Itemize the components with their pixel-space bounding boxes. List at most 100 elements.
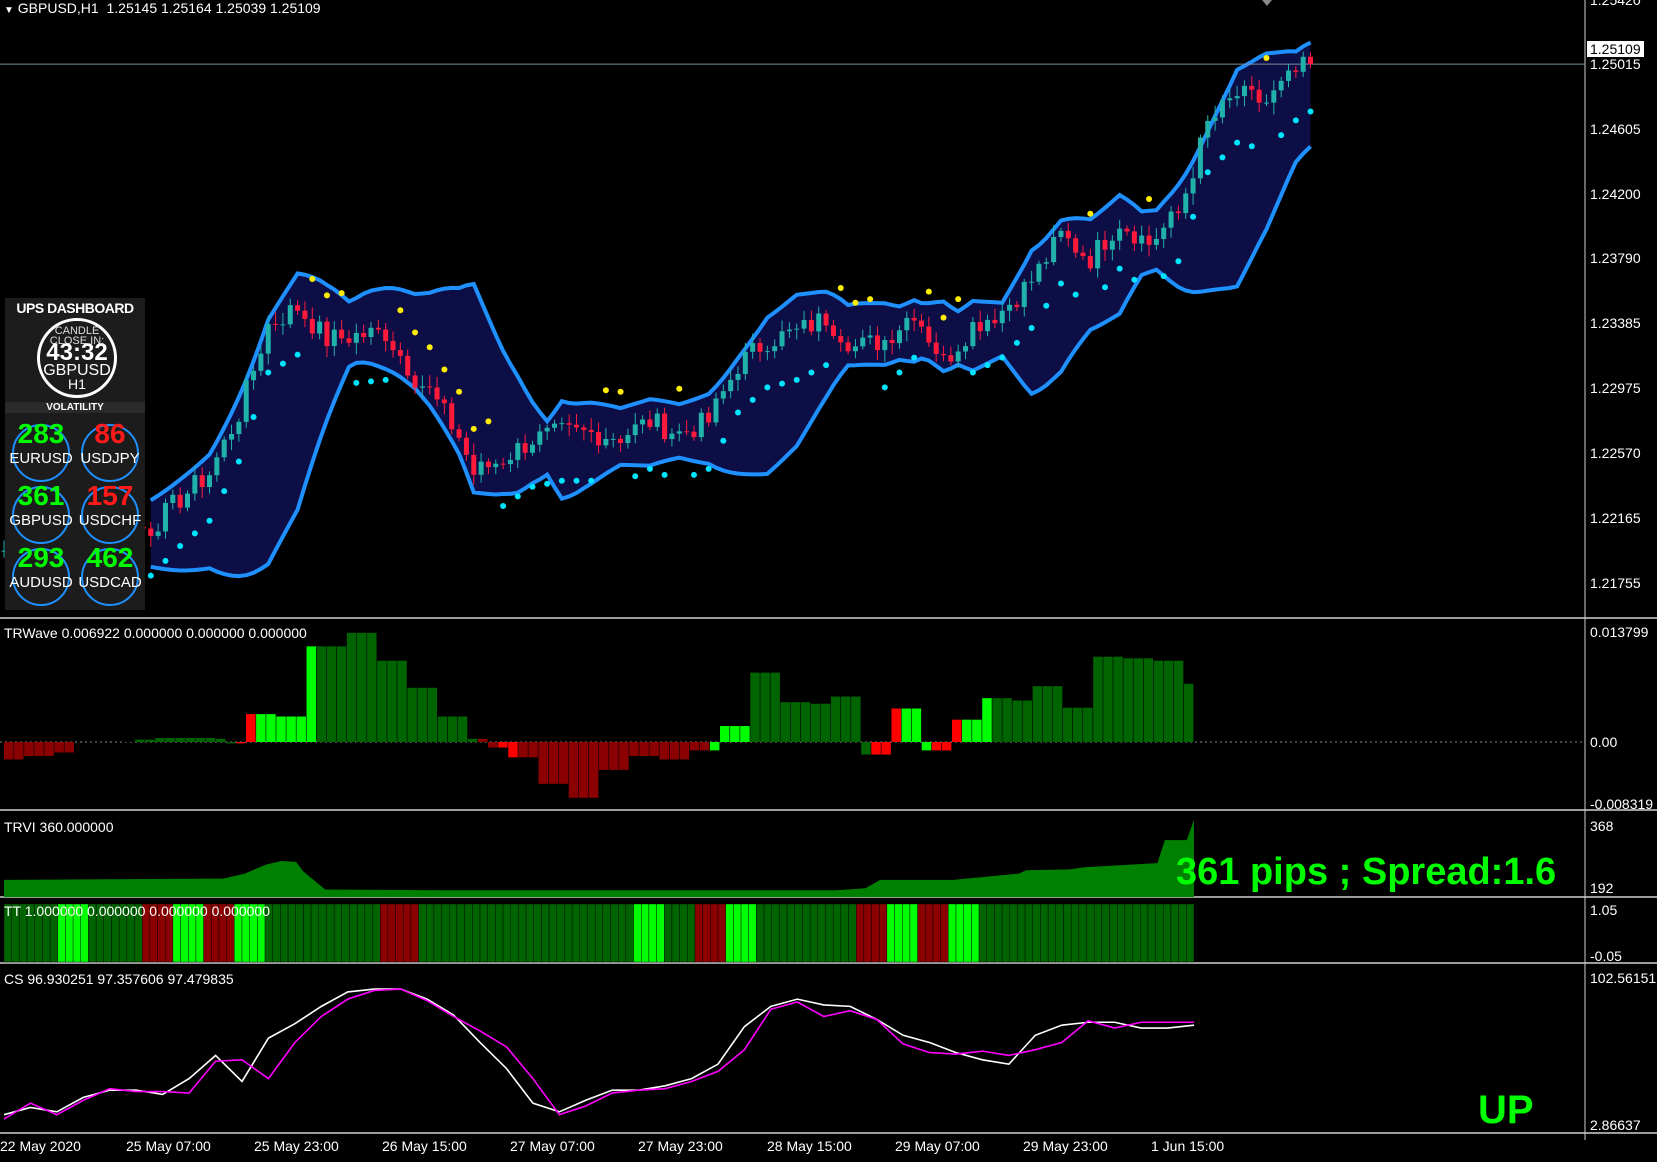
candle-body <box>786 329 792 332</box>
trwave-bar <box>367 632 377 742</box>
volatility-gbpusd[interactable]: 361 GBPUSD <box>9 480 73 544</box>
trwave-bar <box>477 738 488 742</box>
volatility-usdjpy[interactable]: 86 USDJPY <box>80 418 140 482</box>
time-tick: 29 May 07:00 <box>895 1138 980 1154</box>
sar-dot <box>235 458 242 465</box>
candle-body <box>896 330 902 344</box>
candle-body <box>1227 98 1233 101</box>
trading-chart[interactable] <box>0 0 1657 1162</box>
candle-body <box>830 325 836 337</box>
tt-bar <box>1040 903 1049 963</box>
sar-dot <box>338 290 345 297</box>
candle-body <box>691 431 697 438</box>
symbol-dropdown-icon[interactable]: ▼ <box>4 5 14 16</box>
volatility-usdchf[interactable]: 157 USDCHF <box>79 480 141 544</box>
candle-body <box>148 528 154 536</box>
trwave-bar <box>417 687 427 742</box>
trwave-bar <box>881 742 891 755</box>
tt-axis-max: 1.05 <box>1590 902 1618 918</box>
tt-bar <box>940 903 949 963</box>
trwave-bar <box>689 742 700 751</box>
candle-body <box>419 386 425 388</box>
tt-bar <box>978 903 987 963</box>
trwave-bar <box>740 726 750 742</box>
trwave-bar <box>54 742 64 753</box>
tt-bar <box>602 903 611 963</box>
tt-bar <box>902 903 911 963</box>
candle-body <box>485 461 491 468</box>
pair-name: GBPUSD <box>9 512 73 529</box>
sar-dot <box>470 425 477 432</box>
sar-dot <box>1160 273 1167 280</box>
candle-timer-dial: CANDLE CLOSE IN: 43:32 GBPUSD H1 <box>37 318 117 398</box>
tt-bar <box>763 903 772 963</box>
symbol-label: GBPUSD,H1 <box>17 0 99 16</box>
tt-bar <box>479 903 488 963</box>
sar-dot <box>676 385 683 392</box>
tt-bar <box>433 903 442 963</box>
sar-dot <box>412 329 419 336</box>
price-tick: 1.22570 <box>1590 445 1641 461</box>
sar-dot <box>1248 143 1255 150</box>
trwave-bar <box>699 742 710 751</box>
trwave-bar <box>155 738 165 742</box>
tt-bar <box>1147 903 1156 963</box>
dashboard-title: UPS DASHBOARD <box>16 300 134 316</box>
candle-body <box>794 328 800 330</box>
candle-body <box>808 319 814 332</box>
candle-body <box>236 421 242 435</box>
sar-dot <box>867 296 874 303</box>
tt-bar <box>1101 903 1110 963</box>
tt-bar <box>1017 903 1026 963</box>
candle-body <box>1095 239 1101 269</box>
sar-dot <box>705 465 712 472</box>
tt-bar <box>326 903 335 963</box>
trwave-bar <box>780 702 791 742</box>
candle-body <box>471 454 477 475</box>
trwave-bar <box>730 726 740 742</box>
tt-bar <box>341 903 350 963</box>
candle-body <box>287 305 293 325</box>
trwave-bar <box>861 742 871 755</box>
tt-bar <box>510 903 519 963</box>
candle-body <box>1234 96 1240 99</box>
trwave-bar <box>387 660 397 742</box>
candle-body <box>801 319 807 329</box>
candle-body <box>684 431 690 433</box>
trwave-bar <box>457 716 468 742</box>
candle-body <box>1278 80 1284 91</box>
trwave-bar <box>820 703 831 742</box>
candle-body <box>1043 262 1049 264</box>
volatility-usdcad[interactable]: 462 USDCAD <box>78 542 142 606</box>
candle-body <box>177 494 183 508</box>
sar-dot <box>1087 210 1094 217</box>
candle-body <box>324 321 330 347</box>
candle-body <box>1124 228 1130 232</box>
tt-bar <box>548 903 557 963</box>
candle-body <box>1308 56 1314 65</box>
trwave-bar <box>175 738 185 742</box>
tt-bar <box>449 903 458 963</box>
tt-bar <box>1186 903 1195 963</box>
sar-dot <box>353 379 360 386</box>
sar-dot <box>720 437 727 444</box>
candle-body <box>339 329 345 339</box>
trwave-bar <box>679 742 690 760</box>
sar-dot <box>1190 213 1197 220</box>
tt-bar <box>986 903 995 963</box>
sar-dot <box>441 366 448 373</box>
sar-dot <box>602 387 609 394</box>
candle-body <box>397 350 403 356</box>
sar-dot <box>191 530 198 537</box>
tt-bar <box>794 903 803 963</box>
candle-body <box>295 305 301 311</box>
tt-bar <box>502 903 511 963</box>
trwave-bar <box>639 742 649 756</box>
trwave-bar <box>810 703 821 742</box>
volatility-audusd[interactable]: 293 AUDUSD <box>9 542 73 606</box>
candle-body <box>603 438 609 446</box>
sar-dot <box>955 296 962 303</box>
volatility-eurusd[interactable]: 283 EURUSD <box>9 418 73 482</box>
trwave-bar <box>4 742 14 760</box>
candle-body <box>1109 240 1115 250</box>
